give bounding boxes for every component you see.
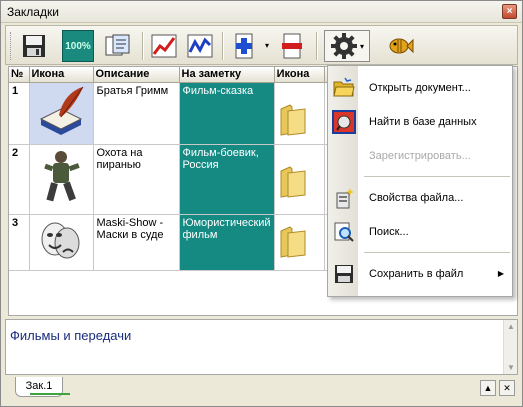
copy-button[interactable]	[102, 30, 134, 62]
menu-item-label: Сохранить в файл	[369, 268, 464, 280]
tab-active-indicator	[30, 393, 70, 395]
chart-rising-icon	[151, 34, 177, 58]
menu-item-label: Найти в базе данных	[369, 116, 477, 128]
table-row[interactable]: 1 Братья Гримм Фильм-сказка	[9, 81, 340, 145]
toolbar-separator	[316, 32, 318, 60]
menu-separator	[364, 252, 510, 253]
save-icon	[23, 35, 45, 57]
row-note: Юмористический фильм	[179, 214, 275, 271]
menu-item-label: Открыть документ...	[369, 82, 471, 94]
row-description: Братья Гримм	[93, 82, 180, 145]
row-number: 1	[9, 82, 30, 145]
folder-icon	[280, 103, 306, 136]
bookmarks-window: Закладки × 100% ▾ ▾ № Икона Описание На …	[0, 0, 523, 407]
menu-item-register[interactable]: Зарегистрировать...	[328, 142, 512, 170]
records-table: № Икона Описание На заметку Икона Г 1	[9, 67, 340, 271]
menu-item-label: Зарегистрировать...	[369, 150, 471, 162]
add-record-icon	[235, 33, 253, 59]
running-soldier-icon	[43, 150, 80, 201]
menu-separator	[364, 176, 510, 177]
notes-memo[interactable]: Фильмы и передачи ▲ ▼	[5, 319, 518, 375]
toolbar-separator	[142, 32, 144, 60]
menu-item-save-to-file[interactable]: Сохранить в файл ▶	[328, 260, 512, 288]
tab-bookmarks-1[interactable]: Зак.1	[15, 377, 70, 397]
memo-text: Фильмы и передачи	[10, 328, 132, 343]
row-number: 2	[9, 144, 30, 215]
add-record-dropdown-icon[interactable]: ▾	[262, 30, 272, 62]
row-note: Фильм-боевик, Россия	[179, 144, 275, 215]
save-icon	[335, 265, 353, 283]
row-note: Фильм-сказка	[179, 81, 275, 145]
folder-icon	[280, 165, 306, 198]
window-title: Закладки	[7, 5, 59, 19]
toolbar-grip[interactable]	[10, 32, 13, 60]
fish-icon	[389, 38, 414, 54]
settings-dropdown-icon: ▾	[359, 41, 364, 51]
row-icon-cell[interactable]	[29, 214, 94, 271]
row-folder-cell[interactable]	[274, 144, 325, 215]
column-header-icon[interactable]: Икона	[29, 67, 94, 83]
toolbar-separator	[222, 32, 224, 60]
chart-rising-button[interactable]	[148, 30, 180, 62]
menu-item-file-properties[interactable]: Свойства файла...	[328, 184, 512, 212]
scroll-up-icon[interactable]: ▲	[507, 322, 515, 331]
settings-context-menu: Открыть документ... Найти в базе данных …	[327, 65, 513, 297]
tab-bar: Зак.1 ▲ ✕	[5, 377, 518, 399]
chart-line-button[interactable]	[184, 30, 216, 62]
save-button[interactable]	[18, 30, 50, 62]
menu-item-label: Свойства файла...	[369, 192, 464, 204]
menu-item-label: Поиск...	[369, 226, 409, 238]
chart-line-icon	[187, 34, 213, 58]
fish-button[interactable]	[384, 30, 416, 62]
delete-record-button[interactable]	[276, 30, 308, 62]
scroll-down-icon[interactable]: ▼	[507, 363, 515, 372]
zoom-100-button[interactable]: 100%	[62, 30, 94, 62]
open-folder-icon	[333, 77, 355, 97]
gear-icon	[330, 33, 357, 59]
row-number: 3	[9, 214, 30, 271]
column-header-number[interactable]: №	[9, 67, 30, 83]
add-record-button[interactable]	[228, 30, 260, 62]
table-row[interactable]: 3 Maski-Show - Маски в суде Юмористическ…	[9, 214, 340, 271]
table-header-row: № Икона Описание На заметку Икона Г	[9, 67, 340, 83]
search-icon	[334, 222, 354, 242]
folder-icon	[280, 225, 306, 258]
database-search-icon	[332, 110, 356, 134]
row-description: Охота на пиранью	[93, 144, 180, 215]
close-button[interactable]: ×	[502, 4, 517, 19]
submenu-arrow-icon: ▶	[497, 269, 504, 278]
row-icon-cell[interactable]	[29, 82, 94, 145]
nav-up-button[interactable]: ▲	[480, 380, 496, 396]
memo-scrollbar[interactable]: ▲ ▼	[503, 320, 517, 374]
column-header-description[interactable]: Описание	[93, 67, 180, 83]
row-description: Maski-Show - Маски в суде	[93, 214, 180, 271]
nav-close-button[interactable]: ✕	[499, 380, 515, 396]
menu-item-search[interactable]: Поиск...	[328, 218, 512, 246]
menu-item-open-document[interactable]: Открыть документ...	[328, 74, 512, 102]
menu-item-find-in-database[interactable]: Найти в базе данных	[328, 108, 512, 136]
theatre-masks-icon	[41, 222, 79, 258]
delete-record-icon	[282, 33, 302, 59]
column-header-note[interactable]: На заметку	[179, 67, 275, 83]
row-folder-cell[interactable]	[274, 82, 325, 145]
row-icon-cell[interactable]	[29, 144, 94, 215]
row-folder-cell[interactable]	[274, 214, 325, 271]
table-row[interactable]: 2 Охота на пиранью Фильм-боевик, Россия	[9, 144, 340, 215]
file-properties-icon	[336, 188, 354, 209]
book-quill-icon	[39, 86, 83, 135]
tab-label: Зак.1	[25, 380, 53, 392]
settings-menu-button[interactable]: ▾	[324, 30, 370, 62]
column-header-icon-2[interactable]: Икона	[274, 67, 325, 83]
toolbar: 100% ▾ ▾	[5, 25, 518, 65]
copy-icon	[105, 34, 130, 56]
title-bar: Закладки ×	[1, 1, 522, 23]
